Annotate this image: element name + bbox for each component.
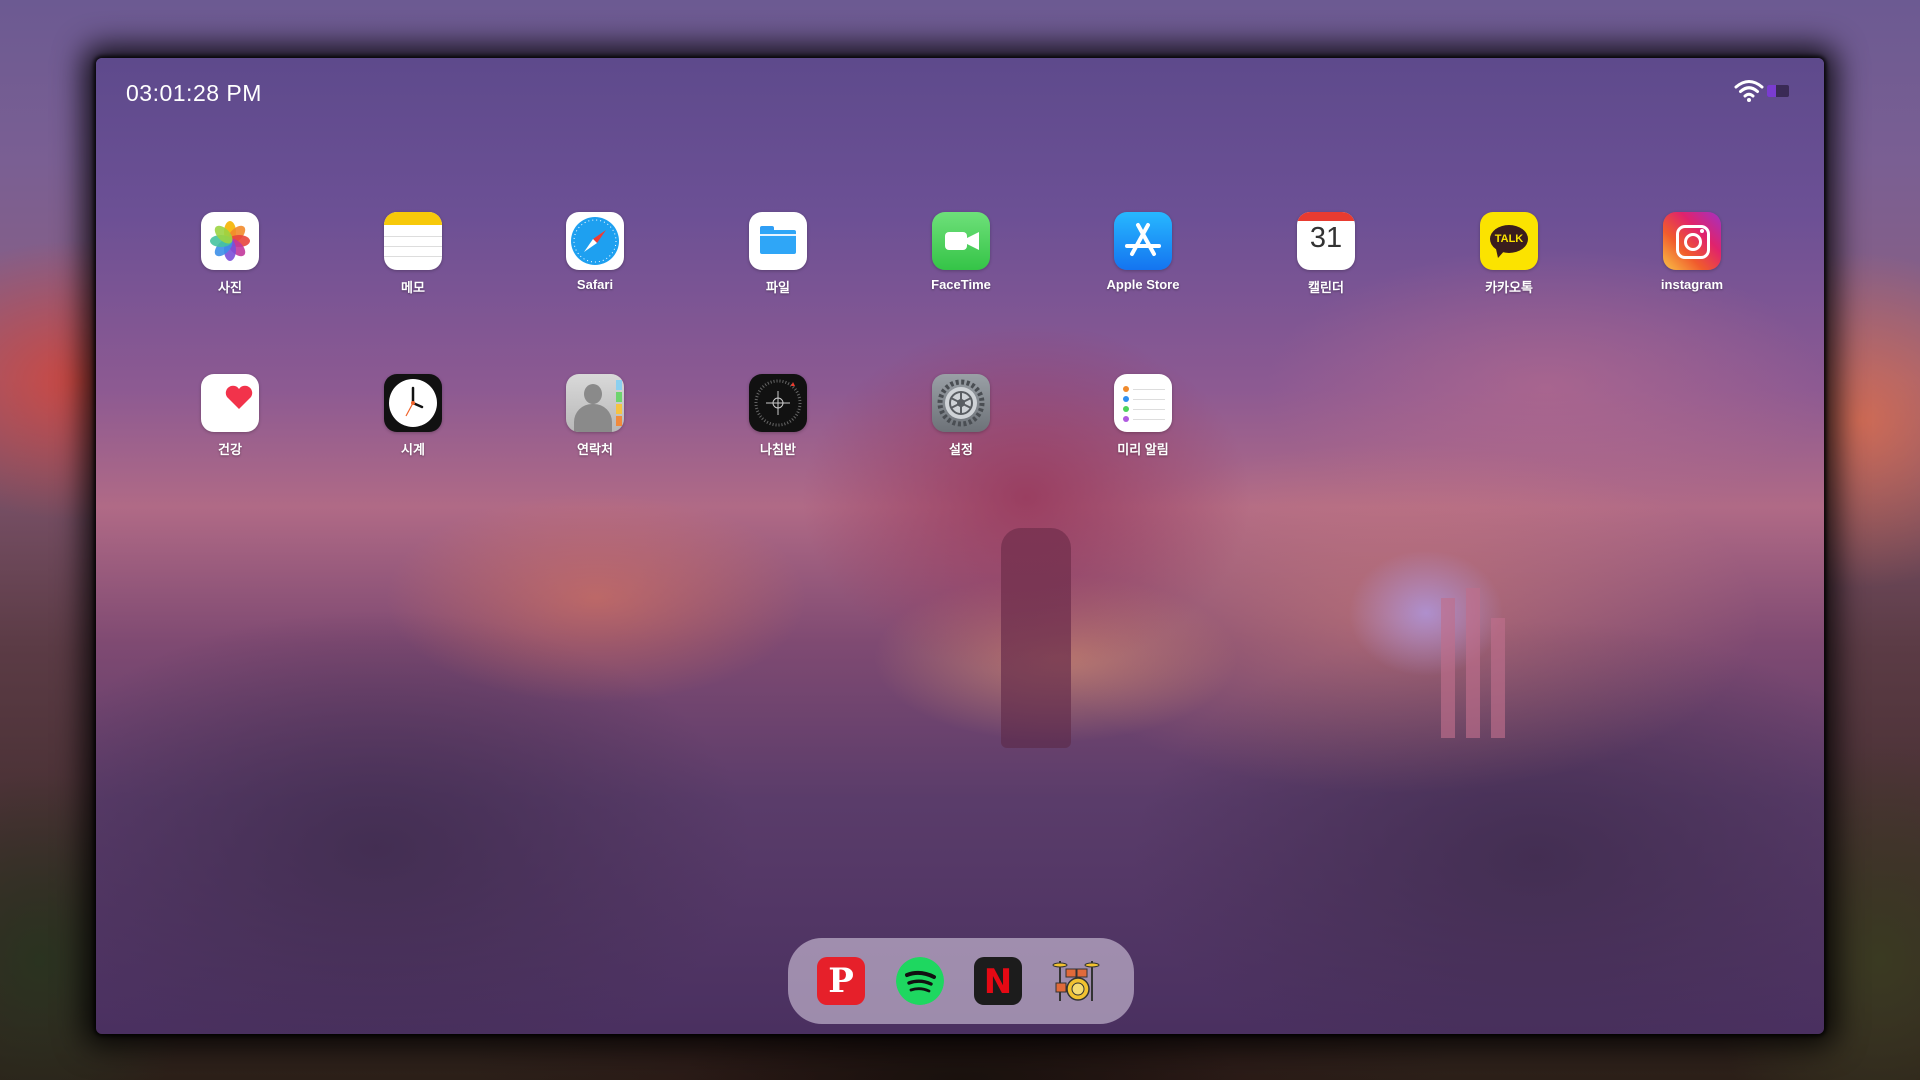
app-label: 나침반 bbox=[760, 442, 796, 457]
pinterest-glyph: P bbox=[828, 961, 854, 1001]
app-kakaotalk[interactable]: TALK 카카오톡 bbox=[1449, 212, 1569, 296]
kakaotalk-badge: TALK bbox=[1494, 233, 1524, 245]
app-label: 시계 bbox=[401, 442, 425, 457]
app-settings[interactable]: 설정 bbox=[901, 374, 1021, 458]
wifi-icon bbox=[1734, 80, 1764, 102]
status-time: 03:01:28 PM bbox=[126, 80, 262, 106]
app-store-icon bbox=[1114, 212, 1172, 270]
health-icon bbox=[201, 374, 259, 432]
files-icon bbox=[749, 212, 807, 270]
clock-icon bbox=[384, 374, 442, 432]
wallpaper-ruin bbox=[1466, 588, 1480, 738]
facetime-icon bbox=[932, 212, 990, 270]
app-label: 파일 bbox=[766, 280, 790, 295]
pinterest-icon[interactable]: P bbox=[817, 957, 865, 1005]
app-app-store[interactable]: Apple Store bbox=[1083, 212, 1203, 292]
settings-icon bbox=[932, 374, 990, 432]
app-instagram[interactable]: instagram bbox=[1632, 212, 1752, 292]
app-label: FaceTime bbox=[931, 277, 991, 292]
wallpaper-tree bbox=[1001, 528, 1071, 748]
reminders-icon bbox=[1114, 374, 1172, 432]
contacts-icon bbox=[566, 374, 624, 432]
netflix-icon[interactable]: N bbox=[974, 957, 1022, 1005]
app-health[interactable]: 건강 bbox=[170, 374, 290, 458]
app-label: Safari bbox=[576, 277, 614, 292]
battery-icon bbox=[1767, 85, 1789, 97]
app-facetime[interactable]: FaceTime bbox=[901, 212, 1021, 292]
dock: P N bbox=[788, 938, 1134, 1024]
app-calendar[interactable]: 31 캘린더 bbox=[1266, 212, 1386, 296]
app-label: 카카오톡 bbox=[1485, 280, 1533, 295]
notes-icon bbox=[384, 212, 442, 270]
app-compass[interactable]: 나침반 bbox=[718, 374, 838, 458]
kakaotalk-icon: TALK bbox=[1480, 212, 1538, 270]
app-label: 메모 bbox=[401, 280, 425, 295]
app-label: 사진 bbox=[218, 280, 242, 295]
drums-icon[interactable] bbox=[1052, 957, 1100, 1005]
app-label: Apple Store bbox=[1106, 277, 1180, 292]
app-files[interactable]: 파일 bbox=[718, 212, 838, 296]
wallpaper-ruin bbox=[1491, 618, 1505, 738]
app-photos[interactable]: 사진 bbox=[170, 212, 290, 296]
app-contacts[interactable]: 연락처 bbox=[535, 374, 655, 458]
app-label: 캘린더 bbox=[1308, 280, 1344, 295]
ipad-home-screen: 03:01:28 PM 사진 메모 Safari 파일 FaceTime App… bbox=[96, 58, 1824, 1034]
app-clock[interactable]: 시계 bbox=[353, 374, 473, 458]
photos-icon bbox=[201, 212, 259, 270]
spotify-icon[interactable] bbox=[896, 957, 944, 1005]
app-notes[interactable]: 메모 bbox=[353, 212, 473, 296]
app-label: instagram bbox=[1660, 277, 1724, 292]
app-safari[interactable]: Safari bbox=[535, 212, 655, 292]
compass-icon bbox=[749, 374, 807, 432]
netflix-glyph: N bbox=[983, 962, 1013, 1002]
app-label: 연락처 bbox=[577, 442, 613, 457]
safari-icon bbox=[566, 212, 624, 270]
calendar-icon: 31 bbox=[1297, 212, 1355, 270]
instagram-icon bbox=[1663, 212, 1721, 270]
app-label: 건강 bbox=[218, 442, 242, 457]
battery-level bbox=[1767, 85, 1776, 97]
app-label: 미리 알림 bbox=[1117, 442, 1169, 457]
wallpaper-ruin bbox=[1441, 598, 1455, 738]
calendar-date: 31 bbox=[1309, 222, 1343, 254]
app-label: 설정 bbox=[949, 442, 973, 457]
app-reminders[interactable]: 미리 알림 bbox=[1083, 374, 1203, 458]
